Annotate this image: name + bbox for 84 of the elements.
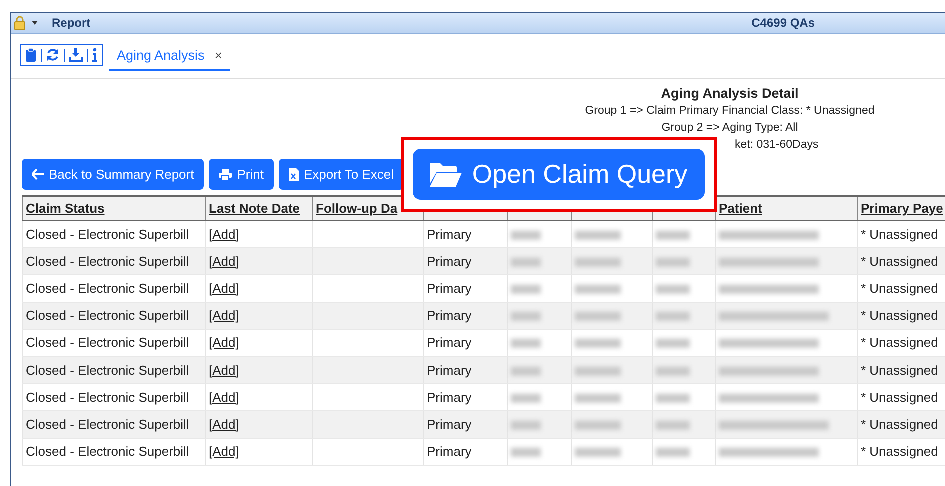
add-note-link[interactable]: [Add] [209,335,240,350]
back-button[interactable]: Back to Summary Report [22,159,204,190]
blurred-text [656,258,690,267]
report-criteria: ket: 031-60Days [735,139,819,151]
blurred-text [575,230,621,240]
table-cell: Closed - Electronic Superbill [26,280,190,296]
report-title: Aging Analysis Detail [660,85,800,103]
table-cell: Closed - Electronic Superbill [26,362,190,378]
info-icon[interactable] [92,48,98,62]
window-subtitle: C4699 QAs [752,16,815,30]
blurred-text [511,420,541,430]
caret-icon[interactable] [32,21,38,25]
table-cell: Primary [427,362,472,378]
report-tab[interactable]: Aging Analysis × [109,42,230,70]
close-icon[interactable]: × [214,48,222,62]
table-cell: Closed - Electronic Superbill [26,335,190,350]
blurred-text [656,312,690,322]
blurred-text [511,339,541,348]
blurred-text [511,258,541,267]
table-cell: Primary [427,226,472,242]
table-cell: Primary [427,335,472,350]
open-claim-query-button[interactable]: Open Claim Query [413,149,705,200]
blurred-text [511,448,541,458]
excel-file-icon [288,168,299,181]
blurred-text [511,394,541,403]
add-note-link[interactable]: [Add] [209,254,240,269]
column-header[interactable]: Patient [719,201,762,216]
table-cell: * Unassigned [861,254,938,269]
table-cell: * Unassigned [861,308,938,324]
add-note-link[interactable]: [Add] [209,308,240,324]
blurred-text [511,230,541,240]
refresh-icon[interactable] [46,48,60,62]
table-cell: * Unassigned [861,416,938,432]
table-cell: * Unassigned [861,335,938,350]
blurred-text [575,366,621,376]
table-cell: * Unassigned [861,280,938,296]
add-note-link[interactable]: [Add] [209,444,240,460]
blurred-text [656,420,690,430]
blurred-text [511,312,541,322]
table-cell: Primary [427,390,472,405]
window-title: Report [52,16,91,30]
table-cell: * Unassigned [861,226,938,242]
table-cell: Closed - Electronic Superbill [26,308,190,324]
table-cell: * Unassigned [861,444,938,460]
folder-icon [430,162,462,188]
table-cell: * Unassigned [861,390,938,405]
blurred-text [656,230,690,240]
blurred-text [575,285,621,294]
report-criteria: Group 1 => Claim Primary Financial Class: * Unassigned [585,105,875,117]
blurred-text [511,285,541,294]
blurred-text [656,394,690,403]
add-note-link[interactable]: [Add] [209,280,240,296]
blurred-text [575,312,621,322]
table-cell: Closed - Electronic Superbill [26,390,190,405]
arrow-left-icon [32,169,44,180]
blurred-text [575,339,621,348]
table-cell: Primary [427,416,472,432]
blurred-text [575,420,621,430]
download-icon[interactable] [69,48,83,62]
add-note-link[interactable]: [Add] [209,416,240,432]
blurred-text [575,448,621,458]
table-cell: Closed - Electronic Superbill [26,416,190,432]
table-cell: Closed - Electronic Superbill [26,444,190,460]
table-cell: Primary [427,280,472,296]
blurred-text [575,258,621,267]
blurred-text [656,339,690,348]
blurred-text [575,394,621,403]
table-cell: Closed - Electronic Superbill [26,254,190,269]
add-note-link[interactable]: [Add] [209,226,240,242]
table-cell: Primary [427,308,472,324]
report-criteria: Group 2 => Aging Type: All [662,122,798,134]
blurred-text [656,285,690,294]
table-cell: Primary [427,254,472,269]
blurred-text [511,366,541,376]
printer-icon [219,168,232,180]
blurred-text [656,448,690,458]
add-note-link[interactable]: [Add] [209,362,240,378]
print-button[interactable]: Print [209,159,274,190]
table-cell: Closed - Electronic Superbill [26,226,190,242]
blurred-text [656,366,690,376]
table-cell: Primary [427,444,472,460]
table-cell: * Unassigned [861,362,938,378]
add-note-link[interactable]: [Add] [209,390,240,405]
clipboard-icon[interactable] [25,48,37,62]
